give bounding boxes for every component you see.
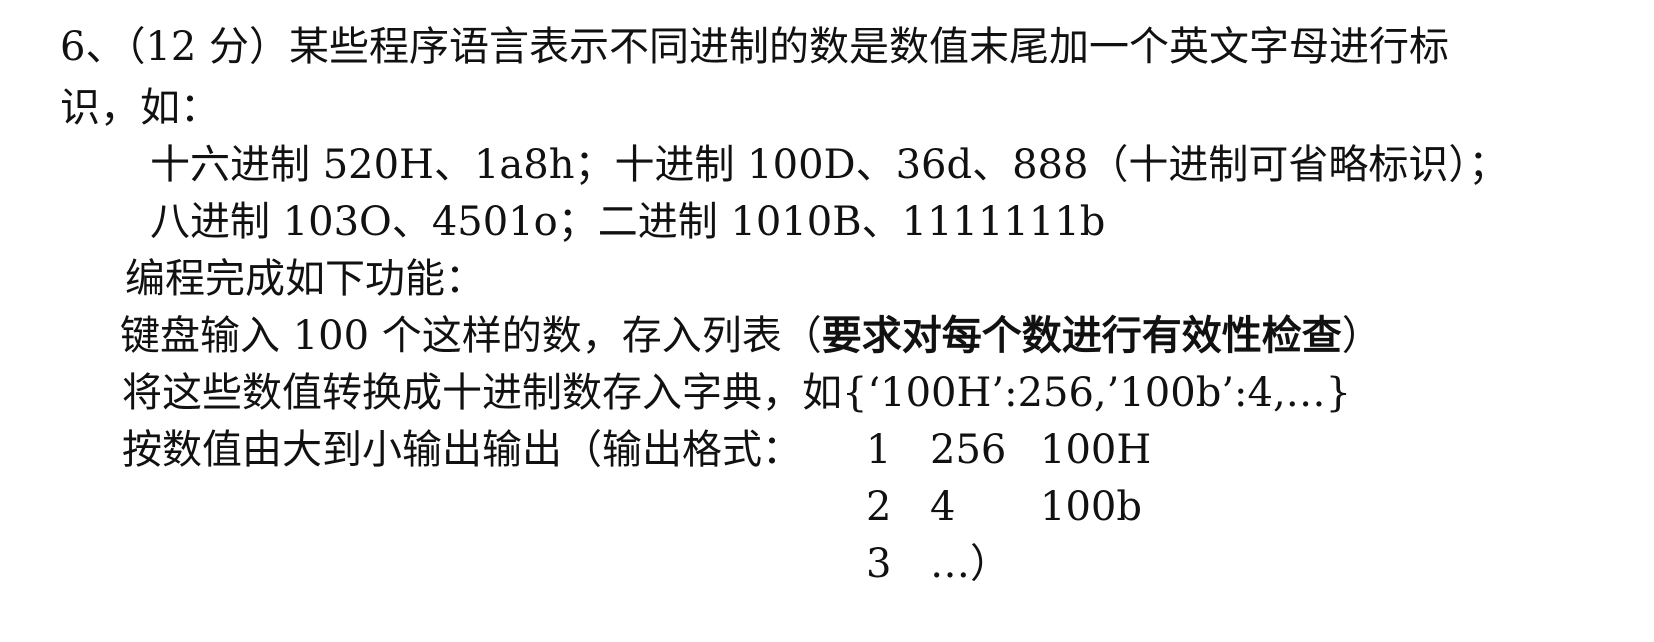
- example-hex-decimal: 十六进制 520H、1a8h；十进制 100D、36d、888（十进制可省略标识…: [150, 142, 1509, 188]
- output-row-2-index: 2: [866, 484, 892, 530]
- question-line-2: 识，如：: [60, 85, 220, 131]
- task-convert: 将这些数值转换成十进制数存入字典，如{‘100H’:256,’100b’:4,……: [122, 370, 1352, 416]
- output-row-3-index: 3: [866, 541, 892, 587]
- validation-requirement: 要求对每个数进行有效性检查: [821, 312, 1342, 359]
- example-octal-binary: 八进制 103O、4501o；二进制 1010B、1111111b: [150, 199, 1106, 245]
- task-input-close-paren: ）: [1341, 313, 1382, 359]
- output-row-1-value: 256: [930, 427, 1007, 473]
- task-output-format-label: 按数值由大到小输出输出（输出格式：: [122, 427, 802, 473]
- output-row-2-value: 4: [930, 484, 956, 530]
- output-row-3-value: …）: [930, 541, 1010, 587]
- output-row-1-index: 1: [866, 427, 892, 473]
- output-row-2-source: 100b: [1040, 484, 1142, 530]
- task-input: 键盘输入 100 个这样的数，存入列表（要求对每个数进行有效性检查）: [120, 313, 1382, 359]
- task-intro: 编程完成如下功能：: [125, 256, 485, 302]
- output-row-1-source: 100H: [1040, 427, 1152, 473]
- question-line-1: 6、（12 分）某些程序语言表示不同进制的数是数值末尾加一个英文字母进行标: [60, 24, 1450, 70]
- task-input-text: 键盘输入 100 个这样的数，存入列表（: [120, 313, 822, 359]
